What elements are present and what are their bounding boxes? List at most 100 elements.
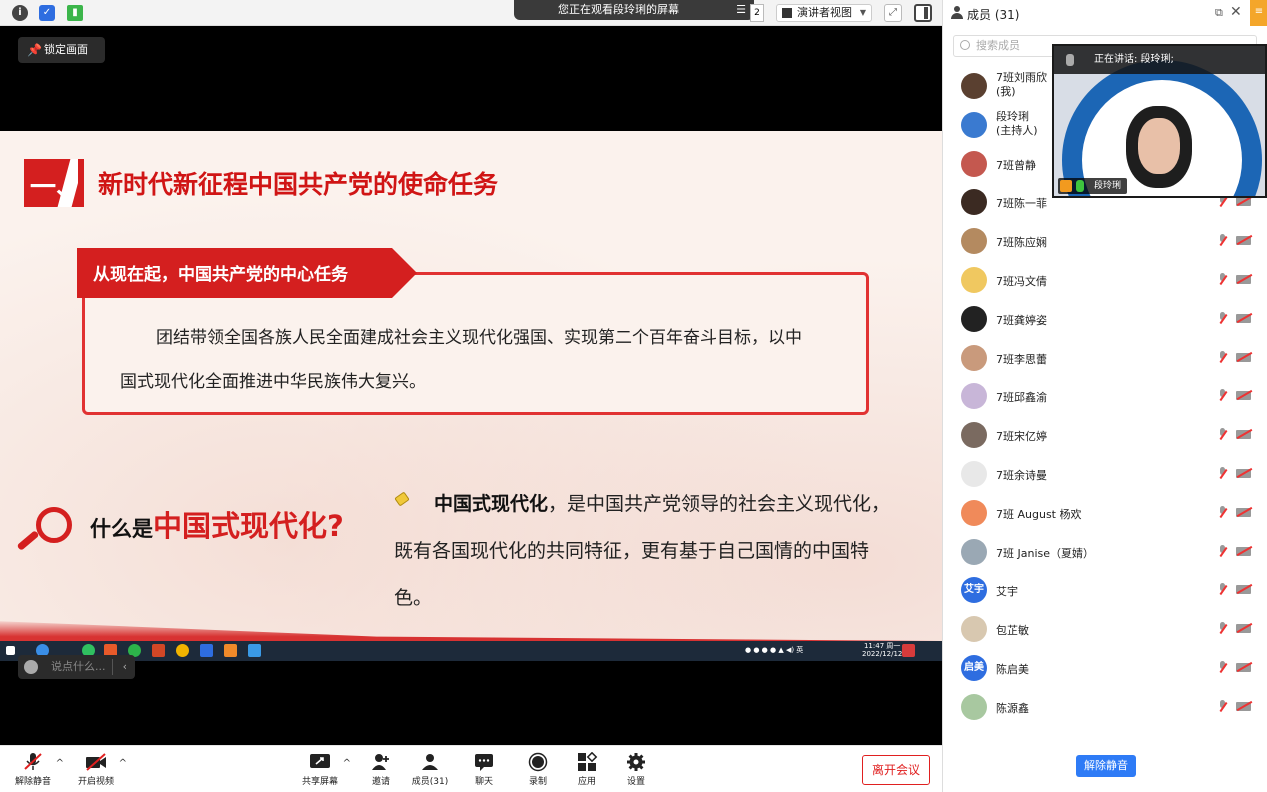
members-icon (419, 752, 441, 772)
info-icon[interactable]: i (12, 5, 28, 21)
member-name: 7班 Janise（夏婧） (996, 546, 1095, 560)
member-row[interactable]: 7班 Janise（夏婧） (943, 533, 1267, 571)
view-mode-select[interactable]: 演讲者视图 ▼ (776, 4, 872, 22)
video-off-icon[interactable] (1236, 197, 1251, 207)
signal-icon[interactable]: ▮ (67, 5, 83, 21)
member-name-block: 7班刘雨欣 (我) (996, 71, 1047, 99)
add-person-icon (370, 752, 392, 772)
video-off-icon[interactable] (1236, 391, 1251, 401)
banner-menu-icon[interactable]: ☰ (736, 0, 746, 20)
view-options-icon[interactable]: 2 (750, 4, 764, 22)
meeting-top-bar: i ✓ ▮ 您正在观看段玲琍的屏幕 ☰ 2 演讲者视图 ▼ ⤢ (0, 0, 942, 26)
muted-mic-icon[interactable] (1218, 428, 1228, 441)
muted-mic-icon[interactable] (1218, 699, 1228, 713)
emoji-icon[interactable] (24, 660, 38, 674)
member-row[interactable]: 7班陈应娴 (943, 222, 1267, 260)
member-row[interactable]: 7班李思蕾 (943, 339, 1267, 377)
member-name: 7班龚婷姿 (996, 313, 1047, 327)
lock-screen-button[interactable]: 📌 锁定画面 (18, 37, 105, 63)
video-off-icon[interactable] (1236, 275, 1251, 284)
windows-start-icon (6, 646, 15, 655)
definition-rest: ，是中国共产党领导的社会主义现代化， (548, 493, 891, 515)
speaker-view-icon (782, 8, 792, 18)
apps-button[interactable]: 应用 (562, 751, 612, 787)
avatar (961, 616, 987, 643)
section-number-block: 一、 (24, 159, 85, 207)
video-off-icon[interactable] (1236, 624, 1251, 634)
member-row[interactable]: 包芷敏 (943, 610, 1267, 648)
video-off-icon[interactable] (1236, 663, 1251, 672)
slide-title: 新时代新征程中国共产党的使命任务 (98, 170, 499, 199)
sidebar-toggle-icon[interactable] (914, 4, 932, 22)
gear-icon (625, 752, 647, 772)
taskbar-time: 11:47 周一 (863, 642, 901, 650)
avatar (961, 383, 987, 410)
muted-mic-icon[interactable] (1218, 622, 1228, 635)
chevron-left-icon[interactable]: ‹ (123, 655, 127, 679)
video-off-icon[interactable] (1236, 701, 1251, 711)
settings-button[interactable]: 设置 (611, 752, 661, 787)
start-video-label: 开启视频 (77, 777, 114, 787)
video-off-icon[interactable] (1236, 546, 1251, 556)
muted-mic-icon[interactable] (1218, 544, 1228, 558)
member-row[interactable]: 7班余诗曼 (943, 455, 1267, 493)
close-icon[interactable]: ✕ (1230, 4, 1242, 20)
chat-button[interactable]: 聊天 (459, 752, 509, 787)
settings-label: 设置 (626, 777, 645, 787)
video-off-icon[interactable] (1236, 469, 1251, 478)
share-screen-button[interactable]: 共享屏幕 ^ (295, 752, 351, 787)
unmute-button[interactable]: 解除静音 ^ (8, 752, 64, 787)
popout-icon[interactable]: ⧉ (1215, 6, 1223, 20)
member-row[interactable]: 启美 陈启美 (943, 649, 1267, 687)
watching-label: 您正在观看段玲琍的屏幕 (558, 3, 679, 16)
muted-mic-icon[interactable] (1218, 234, 1228, 247)
muted-mic-icon[interactable] (1218, 389, 1228, 402)
record-button[interactable]: 录制 (513, 752, 563, 787)
apps-label: 应用 (577, 777, 596, 787)
chevron-up-icon[interactable]: ^ (119, 758, 127, 769)
member-name: 7班曾静 (996, 158, 1036, 172)
shared-slide: 一、 新时代新征程中国共产党的使命任务 从现在起，中国共产党的中心任务 团结带领… (0, 131, 942, 641)
member-name: 7班 August 杨欢 (996, 507, 1082, 521)
record-icon (527, 752, 549, 772)
member-row[interactable]: 7班宋亿婷 (943, 416, 1267, 454)
start-video-button[interactable]: 开启视频 ^ (71, 752, 127, 787)
chevron-up-icon[interactable]: ^ (56, 758, 64, 769)
video-off-icon[interactable] (1236, 352, 1251, 362)
muted-mic-icon[interactable] (1218, 583, 1228, 596)
member-row[interactable]: 7班 August 杨欢 (943, 494, 1267, 532)
video-off-icon[interactable] (1236, 236, 1251, 246)
invite-button[interactable]: 邀请 (356, 752, 406, 787)
video-off-icon[interactable] (1236, 507, 1251, 517)
member-search-placeholder: 搜索成员 (976, 39, 1020, 52)
member-row[interactable]: 7班邱鑫渝 (943, 377, 1267, 415)
muted-mic-icon[interactable] (1218, 505, 1228, 519)
quick-chat-input[interactable]: 说点什么... ‹ (18, 655, 135, 679)
shield-icon[interactable]: ✓ (39, 5, 55, 21)
member-row[interactable]: 7班冯文倩 (943, 261, 1267, 299)
video-off-icon[interactable] (1236, 585, 1251, 595)
muted-mic-icon[interactable] (1218, 311, 1228, 325)
member-row[interactable]: 陈源鑫 (943, 688, 1267, 726)
list-icon[interactable]: ≡ (1250, 0, 1267, 26)
members-button[interactable]: 成员(31) (405, 752, 455, 787)
chevron-up-icon[interactable]: ^ (343, 758, 351, 769)
muted-mic-icon[interactable] (1218, 467, 1228, 480)
app-icon (200, 644, 213, 657)
definition-text: 中国式现代化，是中国共产党领导的社会主义现代化， 既有各国现代化的共同特征，更有… (394, 481, 914, 622)
fullscreen-icon[interactable]: ⤢ (884, 4, 902, 22)
muted-mic-icon[interactable] (1218, 273, 1228, 286)
member-row[interactable]: 7班龚婷姿 (943, 300, 1267, 338)
member-name-block: 段玲琍 (主持人) (996, 110, 1038, 138)
muted-mic-icon[interactable] (1218, 661, 1228, 674)
task-tag: 从现在起，中国共产党的中心任务 (77, 248, 417, 298)
video-off-icon[interactable] (1236, 313, 1251, 323)
member-row[interactable]: 艾宇 艾宇 (943, 571, 1267, 609)
member-name: 7班冯文倩 (996, 275, 1047, 288)
speaker-video[interactable]: 正在讲话: 段玲琍; 段玲琍 (1052, 44, 1267, 198)
video-off-icon[interactable] (1236, 430, 1251, 440)
unmute-all-button[interactable]: 解除静音 (1076, 755, 1136, 777)
leave-meeting-button[interactable]: 离开会议 (862, 755, 930, 785)
muted-mic-icon[interactable] (1218, 350, 1228, 364)
person-icon (951, 6, 963, 20)
